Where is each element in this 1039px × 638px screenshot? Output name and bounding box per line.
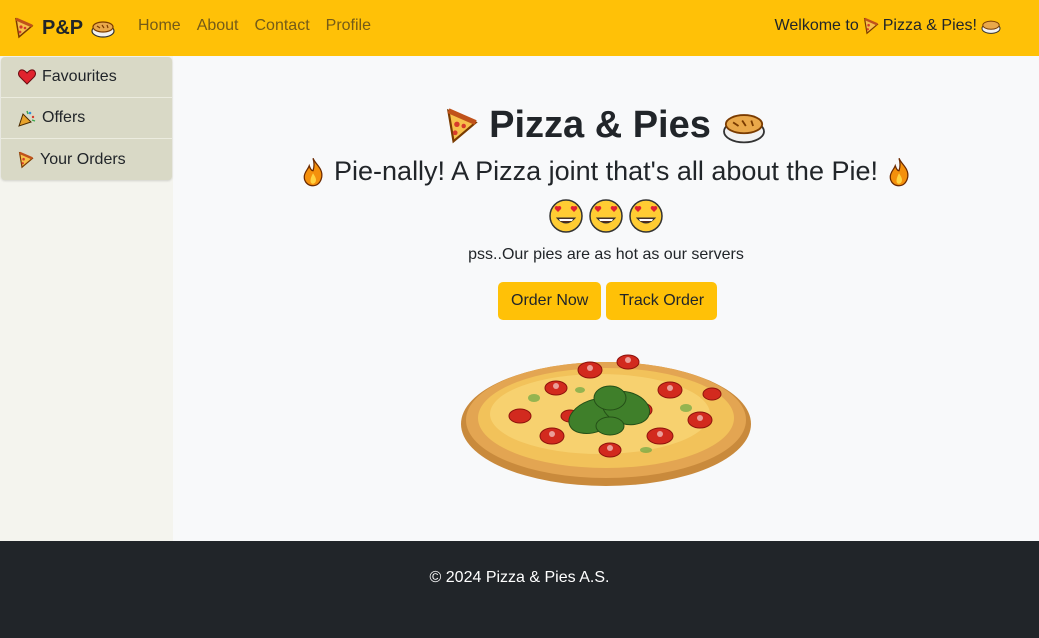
hero-actions: Order Now Track Order [498, 282, 718, 320]
hero-title: Pizza & Pies [173, 104, 1039, 147]
nav-links: Home About Contact Profile [130, 17, 379, 35]
sidebar-menu: Favourites Offers Your Orders [1, 57, 172, 180]
heart-eyes-emoji-icon [628, 198, 664, 234]
fire-icon [886, 157, 912, 187]
hero-subtitle-text: Pie-nally! A Pizza joint that's all abou… [334, 156, 878, 186]
nav-contact[interactable]: Contact [247, 17, 318, 35]
pizza-slice-icon [863, 17, 879, 35]
sidebar-item-label: Favourites [42, 68, 117, 85]
sidebar-item-your-orders[interactable]: Your Orders [1, 139, 172, 180]
brand-logo[interactable]: P&P [14, 14, 115, 42]
pie-icon [91, 17, 115, 39]
brand-text: P&P [42, 16, 84, 39]
pie-icon [721, 106, 767, 146]
sidebar-item-offers[interactable]: Offers [1, 98, 172, 139]
track-order-button[interactable]: Track Order [606, 282, 718, 320]
heart-eyes-row [173, 198, 1039, 234]
tagline: pss..Our pies are as hot as our servers [468, 246, 744, 263]
welcome-message: Welkome to Pizza & Pies! [775, 17, 1001, 35]
heart-icon [18, 69, 36, 85]
sidebar: Favourites Offers Your Orders [0, 56, 173, 541]
nav-profile[interactable]: Profile [318, 17, 379, 35]
top-navbar: P&P Home About Contact Profile Welkome t… [0, 0, 1039, 56]
welcome-prefix: Welkome to [774, 17, 859, 34]
sidebar-item-favourites[interactable]: Favourites [1, 57, 172, 98]
heart-eyes-emoji-icon [548, 198, 584, 234]
footer-copyright: © 2024 Pizza & Pies A.S. [429, 569, 610, 586]
pie-icon [981, 17, 1001, 35]
sidebar-item-label: Your Orders [40, 150, 126, 168]
nav-home[interactable]: Home [130, 17, 189, 35]
party-popper-icon [18, 109, 36, 127]
fire-icon [300, 157, 326, 187]
hero-subtitle: Pie-nally! A Pizza joint that's all abou… [173, 156, 1039, 187]
pizza-image [460, 350, 752, 490]
pizza-slice-icon [14, 17, 34, 39]
pizza-slice-icon [18, 151, 34, 169]
nav-about[interactable]: About [189, 17, 247, 35]
pizza-slice-icon [445, 107, 479, 145]
main-content: Pizza & Pies Pie-nally! A Pizza joint th… [173, 56, 1039, 541]
order-now-button[interactable]: Order Now [498, 282, 602, 320]
welcome-name: Pizza & Pies! [882, 17, 977, 34]
heart-eyes-emoji-icon [588, 198, 624, 234]
hero-title-text: Pizza & Pies [489, 104, 711, 146]
sidebar-item-label: Offers [42, 109, 86, 126]
footer: © 2024 Pizza & Pies A.S. [0, 541, 1039, 638]
